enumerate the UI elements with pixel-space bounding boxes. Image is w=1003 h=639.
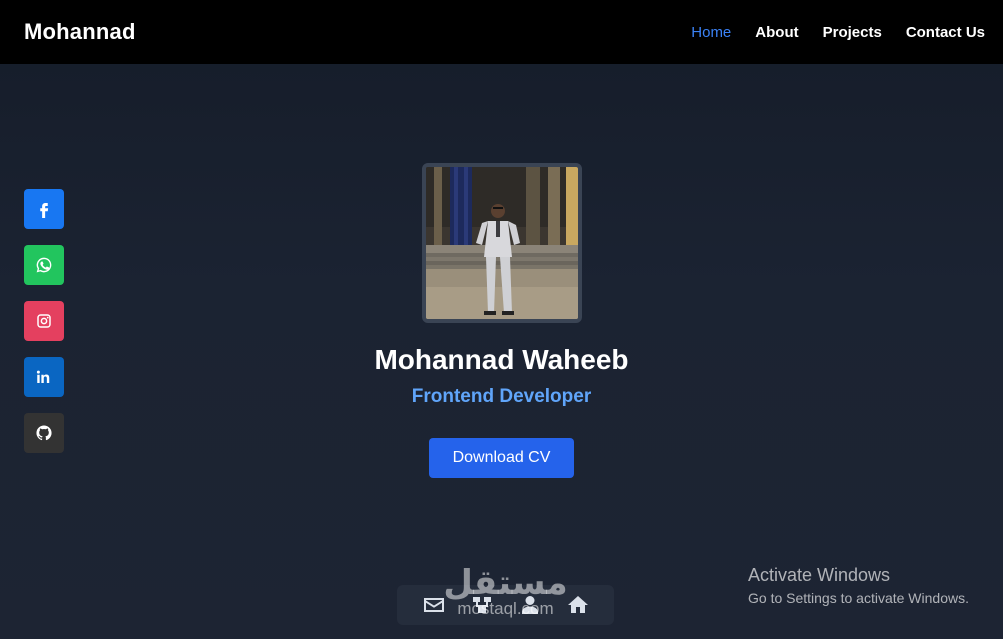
profile-photo-image bbox=[425, 167, 578, 319]
download-cv-button[interactable]: Download CV bbox=[429, 438, 574, 478]
hero-section: Mohannad Waheeb Frontend Developer Downl… bbox=[0, 163, 1003, 478]
navbar: Mohannad Home About Projects Contact Us bbox=[0, 0, 1003, 64]
nav-link-projects[interactable]: Projects bbox=[823, 24, 882, 41]
bottom-nav bbox=[397, 585, 614, 625]
nav-links: Home About Projects Contact Us bbox=[691, 24, 985, 41]
projects-icon[interactable] bbox=[470, 593, 494, 617]
hero-role: Frontend Developer bbox=[411, 386, 592, 407]
home-icon[interactable] bbox=[566, 593, 590, 617]
activation-subtitle: Go to Settings to activate Windows. bbox=[748, 590, 969, 606]
nav-link-home[interactable]: Home bbox=[691, 24, 731, 41]
user-icon[interactable] bbox=[518, 593, 542, 617]
windows-activation-notice: Activate Windows Go to Settings to activ… bbox=[748, 565, 969, 606]
mail-icon[interactable] bbox=[422, 593, 446, 617]
brand-logo[interactable]: Mohannad bbox=[24, 19, 136, 45]
hero-name: Mohannad Waheeb bbox=[374, 344, 629, 375]
profile-photo bbox=[421, 163, 582, 323]
nav-link-about[interactable]: About bbox=[755, 24, 798, 41]
nav-link-contact[interactable]: Contact Us bbox=[906, 24, 985, 41]
activation-title: Activate Windows bbox=[748, 565, 891, 585]
